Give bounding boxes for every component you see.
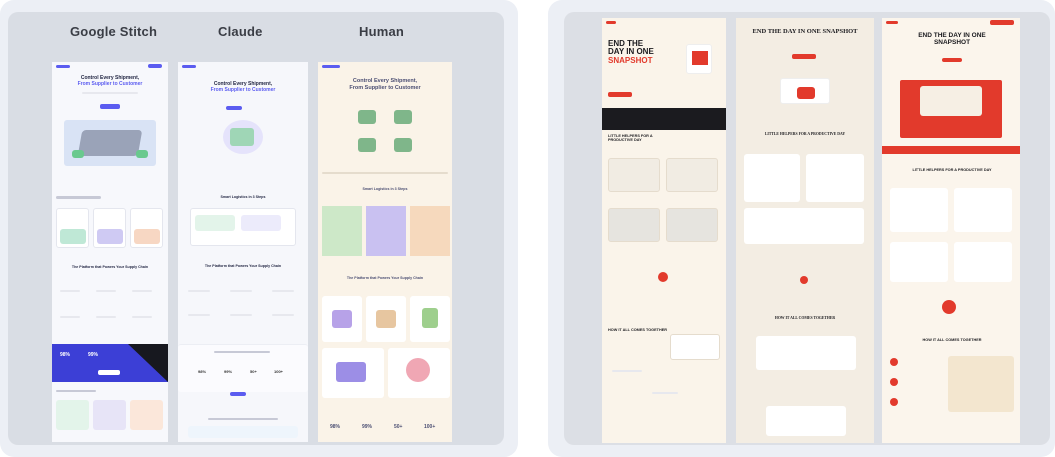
smart-section-title: Smart Logistics in 3 Steps: [220, 195, 266, 199]
hero-headline: END THE DAY IN ONE SNAPSHOT: [752, 28, 858, 35]
platform-section-title: The Platform that Powers Your Supply Cha…: [71, 265, 149, 269]
section-title: HOW IT ALL COMES TOGETHER: [608, 328, 667, 332]
stat-value: 98%: [198, 369, 207, 374]
hero-subheadline: From Supplier to Customer: [210, 87, 276, 93]
hero-headline: END THE DAY IN ONE SNAPSHOT: [918, 32, 986, 47]
section-title: HOW IT ALL COMES TOGETHER: [774, 316, 836, 320]
platform-section-title: The Platform that Powers Your Supply Cha…: [346, 276, 424, 280]
section-title: LITTLE HELPERS FOR A PRODUCTIVE DAY: [912, 168, 992, 172]
section-title: LITTLE HELPERS FOR A PRODUCTIVE DAY: [608, 134, 653, 143]
cta-button[interactable]: [608, 92, 632, 97]
smart-section-title: Smart Logistics in 3 Steps: [362, 187, 408, 191]
comparison-panel-right: END THE DAY IN ONE SNAPSHOT LITTLE HELPE…: [548, 0, 1055, 457]
section-title: [56, 196, 101, 199]
stat-value: 98%: [60, 352, 71, 358]
comparison-panel-left: Google Stitch Claude Human Control Every…: [0, 0, 518, 457]
cta-button[interactable]: [226, 106, 242, 110]
stat-value: 99%: [224, 369, 233, 374]
mockup-google-stitch: Control Every Shipment, From Supplier to…: [52, 62, 168, 442]
mockup-human: Control Every Shipment, From Supplier to…: [318, 62, 452, 442]
cta-button[interactable]: [100, 104, 120, 109]
platform-section-title: The Platform that Powers Your Supply Cha…: [204, 264, 282, 268]
stats-band: 98% 99%: [52, 344, 168, 382]
column-title-google-stitch: Google Stitch: [70, 24, 158, 39]
stat-value: 98%: [330, 424, 341, 430]
mockup-red-variant-3: END THE DAY IN ONE SNAPSHOT LITTLE HELPE…: [882, 18, 1020, 443]
stat-value: 100+: [274, 369, 284, 374]
mockup-red-variant-2: END THE DAY IN ONE SNAPSHOT LITTLE HELPE…: [736, 18, 874, 443]
mockup-red-variant-1: END THE DAY IN ONE SNAPSHOT LITTLE HELPE…: [602, 18, 726, 443]
hero-illustration: [64, 120, 156, 166]
mockup-claude: Control Every Shipment, From Supplier to…: [178, 62, 308, 442]
stat-value: 50+: [394, 424, 403, 430]
cta-button[interactable]: [792, 54, 816, 59]
stat-value: 99%: [362, 424, 373, 430]
stat-value: 99%: [88, 352, 99, 358]
stat-value: 50+: [250, 369, 257, 374]
cta-button[interactable]: [942, 58, 962, 62]
hero-subheadline: From Supplier to Customer: [349, 85, 421, 91]
column-title-claude: Claude: [218, 24, 263, 39]
hero-subheadline: From Supplier to Customer: [77, 81, 143, 87]
section-title: HOW IT ALL COMES TOGETHER: [922, 338, 982, 342]
stat-value: 100+: [424, 424, 436, 430]
hero-headline: Control Every Shipment,: [352, 78, 418, 84]
column-title-human: Human: [359, 24, 405, 39]
section-title: LITTLE HELPERS FOR A PRODUCTIVE DAY: [764, 132, 846, 136]
hero-headline-line: SNAPSHOT: [608, 55, 653, 65]
